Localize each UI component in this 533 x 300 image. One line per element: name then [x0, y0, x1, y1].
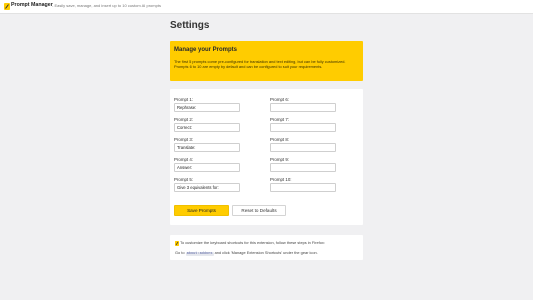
- about-addons-code: about:addons: [185, 252, 214, 256]
- pencil-logo-icon: [4, 3, 10, 10]
- info-text: The first 5 prompts come pre-configured …: [174, 59, 346, 70]
- note-text-line2: Go to about:addons and click 'Manage Ext…: [175, 250, 318, 256]
- prompt-7-label: Prompt 7:: [270, 117, 290, 122]
- note-instruction-text: and click 'Manage Extension Shortcuts' u…: [214, 250, 318, 255]
- prompt-8-label: Prompt 8:: [270, 137, 290, 142]
- shortcuts-note: To customize the keyboard shortcuts for …: [170, 235, 363, 260]
- app-subtitle: - Easily save, manage, and insert up to …: [52, 3, 161, 8]
- prompt-3-input[interactable]: [174, 143, 240, 152]
- prompt-1-input[interactable]: [174, 103, 240, 112]
- top-bar: Prompt Manager - Easily save, manage, an…: [0, 0, 533, 14]
- pencil-note-icon: [175, 241, 179, 246]
- prompt-2-label: Prompt 2:: [174, 117, 194, 122]
- prompt-10-label: Prompt 10:: [270, 177, 292, 182]
- prompt-4-input[interactable]: [174, 163, 240, 172]
- info-title: Manage your Prompts: [174, 47, 238, 53]
- page-title: Settings: [170, 20, 210, 31]
- prompt-5-input[interactable]: [174, 183, 240, 192]
- note-text-line1: To customize the keyboard shortcuts for …: [180, 240, 325, 245]
- prompt-1-label: Prompt 1:: [174, 97, 194, 102]
- prompt-2-input[interactable]: [174, 123, 240, 132]
- app-title: Prompt Manager: [11, 2, 53, 8]
- prompt-10-input[interactable]: [270, 183, 336, 192]
- prompt-7-input[interactable]: [270, 123, 336, 132]
- prompt-6-input[interactable]: [270, 103, 336, 112]
- prompt-8-input[interactable]: [270, 143, 336, 152]
- prompt-9-label: Prompt 9:: [270, 157, 290, 162]
- prompt-9-input[interactable]: [270, 163, 336, 172]
- prompt-3-label: Prompt 3:: [174, 137, 194, 142]
- info-box: Manage your Prompts The first 5 prompts …: [170, 41, 363, 81]
- save-prompts-button[interactable]: Save Prompts: [174, 205, 229, 216]
- reset-defaults-button[interactable]: Reset to Defaults: [232, 205, 286, 216]
- note-goto-text: Go to: [175, 250, 185, 255]
- prompt-5-label: Prompt 5:: [174, 177, 194, 182]
- prompt-6-label: Prompt 6:: [270, 97, 290, 102]
- prompt-4-label: Prompt 4:: [174, 157, 194, 162]
